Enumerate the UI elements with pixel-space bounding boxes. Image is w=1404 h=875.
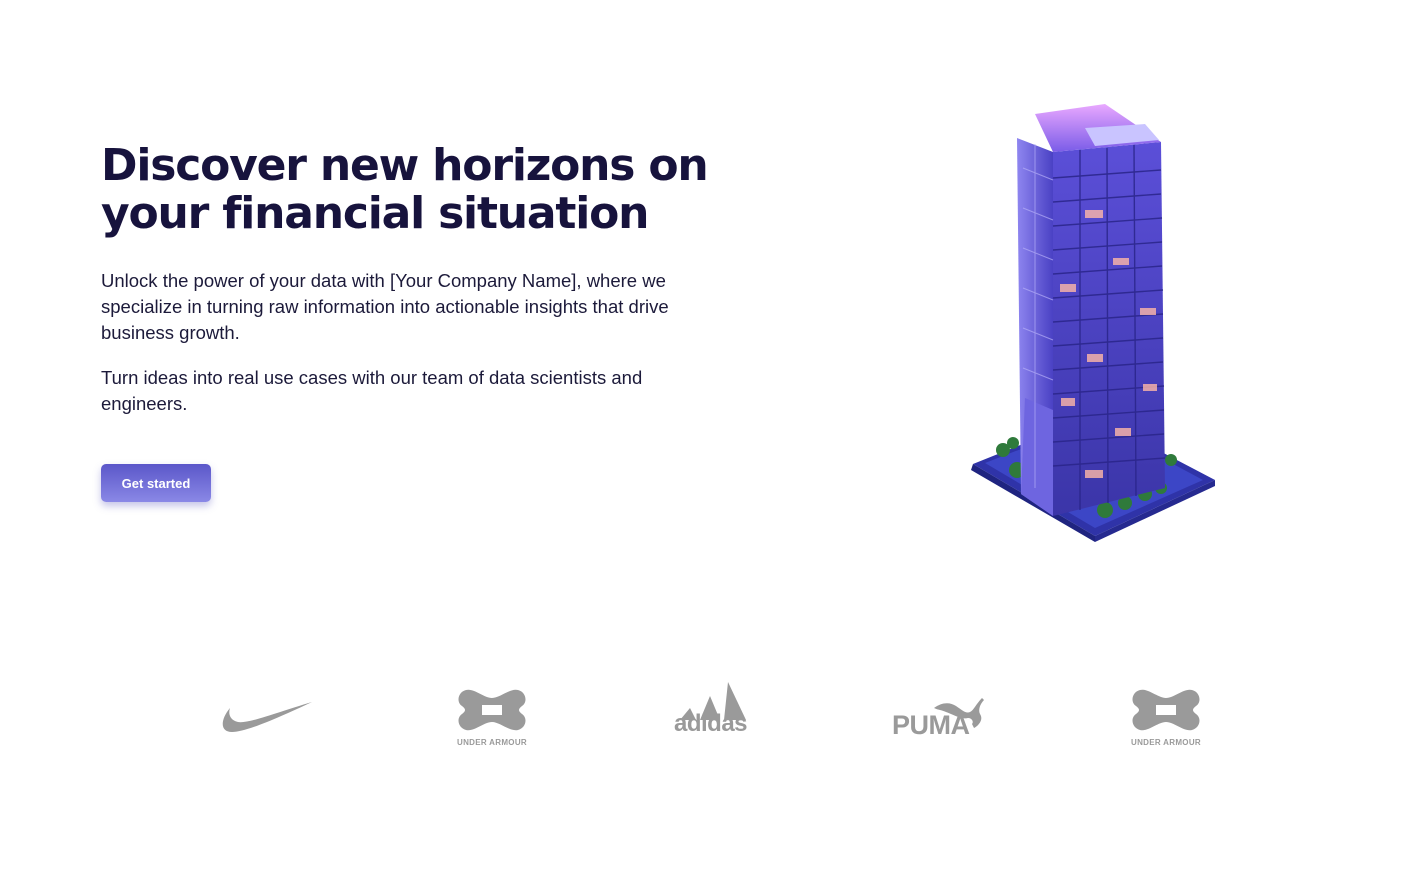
- adidas-logo: adidas: [674, 680, 756, 760]
- adidas-wordmark: adidas: [674, 710, 748, 737]
- hero-paragraph-1: Unlock the power of your data with [Your…: [101, 270, 669, 343]
- under-armour-logo: UNDER ARMOUR: [444, 680, 540, 760]
- under-armour-wordmark: UNDER ARMOUR: [457, 738, 527, 747]
- under-armour-wordmark-2: UNDER ARMOUR: [1131, 738, 1201, 747]
- nike-logo: [218, 680, 314, 760]
- puma-wordmark: PUMA: [892, 710, 970, 740]
- under-armour-icon: [1118, 680, 1214, 740]
- under-armour-icon: [444, 680, 540, 740]
- skyscraper-illustration: [965, 98, 1221, 543]
- hero-title: Discover new horizons on your financial …: [101, 140, 709, 239]
- hero-paragraph-2: Turn ideas into real use cases with our …: [101, 367, 643, 414]
- under-armour-logo-2: UNDER ARMOUR: [1118, 680, 1214, 760]
- get-started-button[interactable]: Get started: [101, 464, 211, 502]
- partner-logos: UNDER ARMOUR adidas PUMA UNDER ARMOUR: [200, 680, 1230, 760]
- nike-swoosh-icon: [218, 680, 314, 760]
- hero-text-block: Discover new horizons on your financial …: [101, 142, 741, 417]
